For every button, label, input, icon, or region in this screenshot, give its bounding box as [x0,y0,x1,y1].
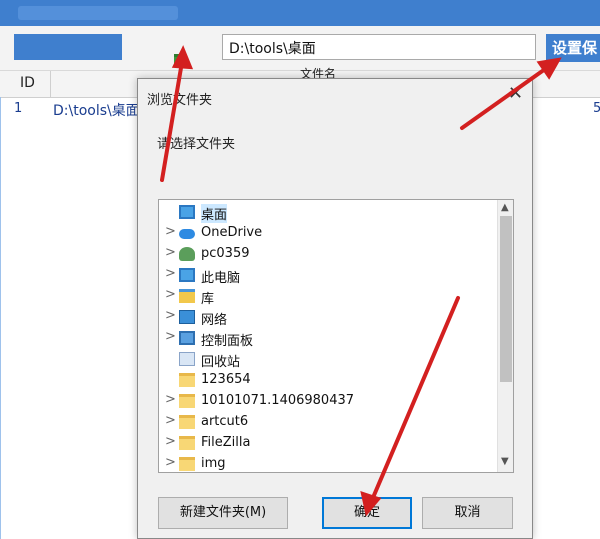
ok-button[interactable]: 确定 [322,497,412,529]
folder-icon [179,415,195,429]
tree-item-folder[interactable]: > 10101071.1406980437 [159,391,495,412]
column-divider[interactable] [50,71,51,97]
tree-item-label: 123654 [201,372,251,387]
chevron-right-icon[interactable]: > [165,266,176,281]
scroll-up-icon[interactable]: ▲ [501,202,509,213]
row-id-cell: 1 [14,101,23,116]
dialog-title: 浏览文件夹 [147,93,213,108]
chevron-right-icon[interactable]: > [165,434,176,449]
folder-icon [179,436,195,450]
folder-icon [179,394,195,408]
onedrive-icon [179,229,195,239]
recycle-bin-icon [179,352,195,366]
column-header-id[interactable]: ID [20,75,35,91]
tree-item-label: 桌面 [201,204,228,223]
scrollbar-thumb[interactable] [500,216,512,382]
row-path-cell: D:\tools\桌面 [53,103,140,119]
tree-item-recycle-bin[interactable]: 回收站 [159,349,495,370]
row-extra-cell: 5 [593,101,600,116]
tree-item-label: artcut6 [201,414,249,429]
grid-left-border [0,97,1,539]
tree-item-label: pc0359 [201,246,250,261]
browse-folder-icon[interactable] [173,53,185,65]
blurred-button[interactable] [14,34,122,60]
app-title-blurred [18,6,178,20]
user-icon [179,247,195,261]
tree-item-folder[interactable]: 123654 [159,370,495,391]
folder-path-input[interactable]: D:\tools\桌面 [222,34,536,60]
folder-icon [179,373,195,387]
tree-item-label: 网络 [201,313,228,328]
cancel-button[interactable]: 取消 [422,497,513,529]
tree-item-label: img [201,456,226,471]
tree-item-label: FileZilla [201,435,251,450]
tree-item-label: 回收站 [201,355,241,370]
tree-item-network[interactable]: > 网络 [159,307,495,328]
tree-item-label: 此电脑 [201,271,241,286]
tree-item-onedrive[interactable]: > OneDrive [159,223,495,244]
chevron-right-icon[interactable]: > [165,287,176,302]
tree-item-this-pc[interactable]: > 此电脑 [159,265,495,286]
tree-scrollbar[interactable]: ▲ ▼ [497,200,513,472]
app-title-bar [0,0,600,26]
chevron-right-icon[interactable]: > [165,392,176,407]
tree-item-label: 10101071.1406980437 [201,393,355,408]
chevron-right-icon[interactable]: > [165,245,176,260]
control-panel-icon [179,331,195,345]
tree-item-desktop[interactable]: 桌面 [159,202,495,223]
computer-icon [179,268,195,282]
tree-item-user[interactable]: > pc0359 [159,244,495,265]
tree-item-label: 控制面板 [201,334,254,349]
dialog-prompt: 请选择文件夹 [157,137,236,152]
library-icon [179,289,195,303]
new-folder-button[interactable]: 新建文件夹(M) [158,497,288,529]
folder-icon [179,457,195,471]
tree-item-folder[interactable]: > img [159,454,495,472]
tree-item-label: OneDrive [201,225,263,240]
browse-folder-dialog: 浏览文件夹 ✕ 请选择文件夹 桌面 > OneDrive > pc0359 > … [137,78,533,539]
desktop-icon [179,205,195,219]
folder-tree[interactable]: 桌面 > OneDrive > pc0359 > 此电脑 > 库 > 网络 > [158,199,514,473]
chevron-right-icon[interactable]: > [165,224,176,239]
chevron-right-icon[interactable]: > [165,308,176,323]
chevron-right-icon[interactable]: > [165,455,176,470]
close-icon[interactable]: ✕ [508,85,523,103]
tree-item-control-panel[interactable]: > 控制面板 [159,328,495,349]
tree-item-label: 库 [201,292,215,307]
chevron-right-icon[interactable]: > [165,413,176,428]
chevron-right-icon[interactable]: > [165,329,176,344]
tree-item-folder[interactable]: > FileZilla [159,433,495,454]
scroll-down-icon[interactable]: ▼ [501,456,509,467]
set-save-button[interactable]: 设置保 [546,34,600,62]
network-icon [179,310,195,324]
tree-item-folder[interactable]: > artcut6 [159,412,495,433]
tree-item-library[interactable]: > 库 [159,286,495,307]
